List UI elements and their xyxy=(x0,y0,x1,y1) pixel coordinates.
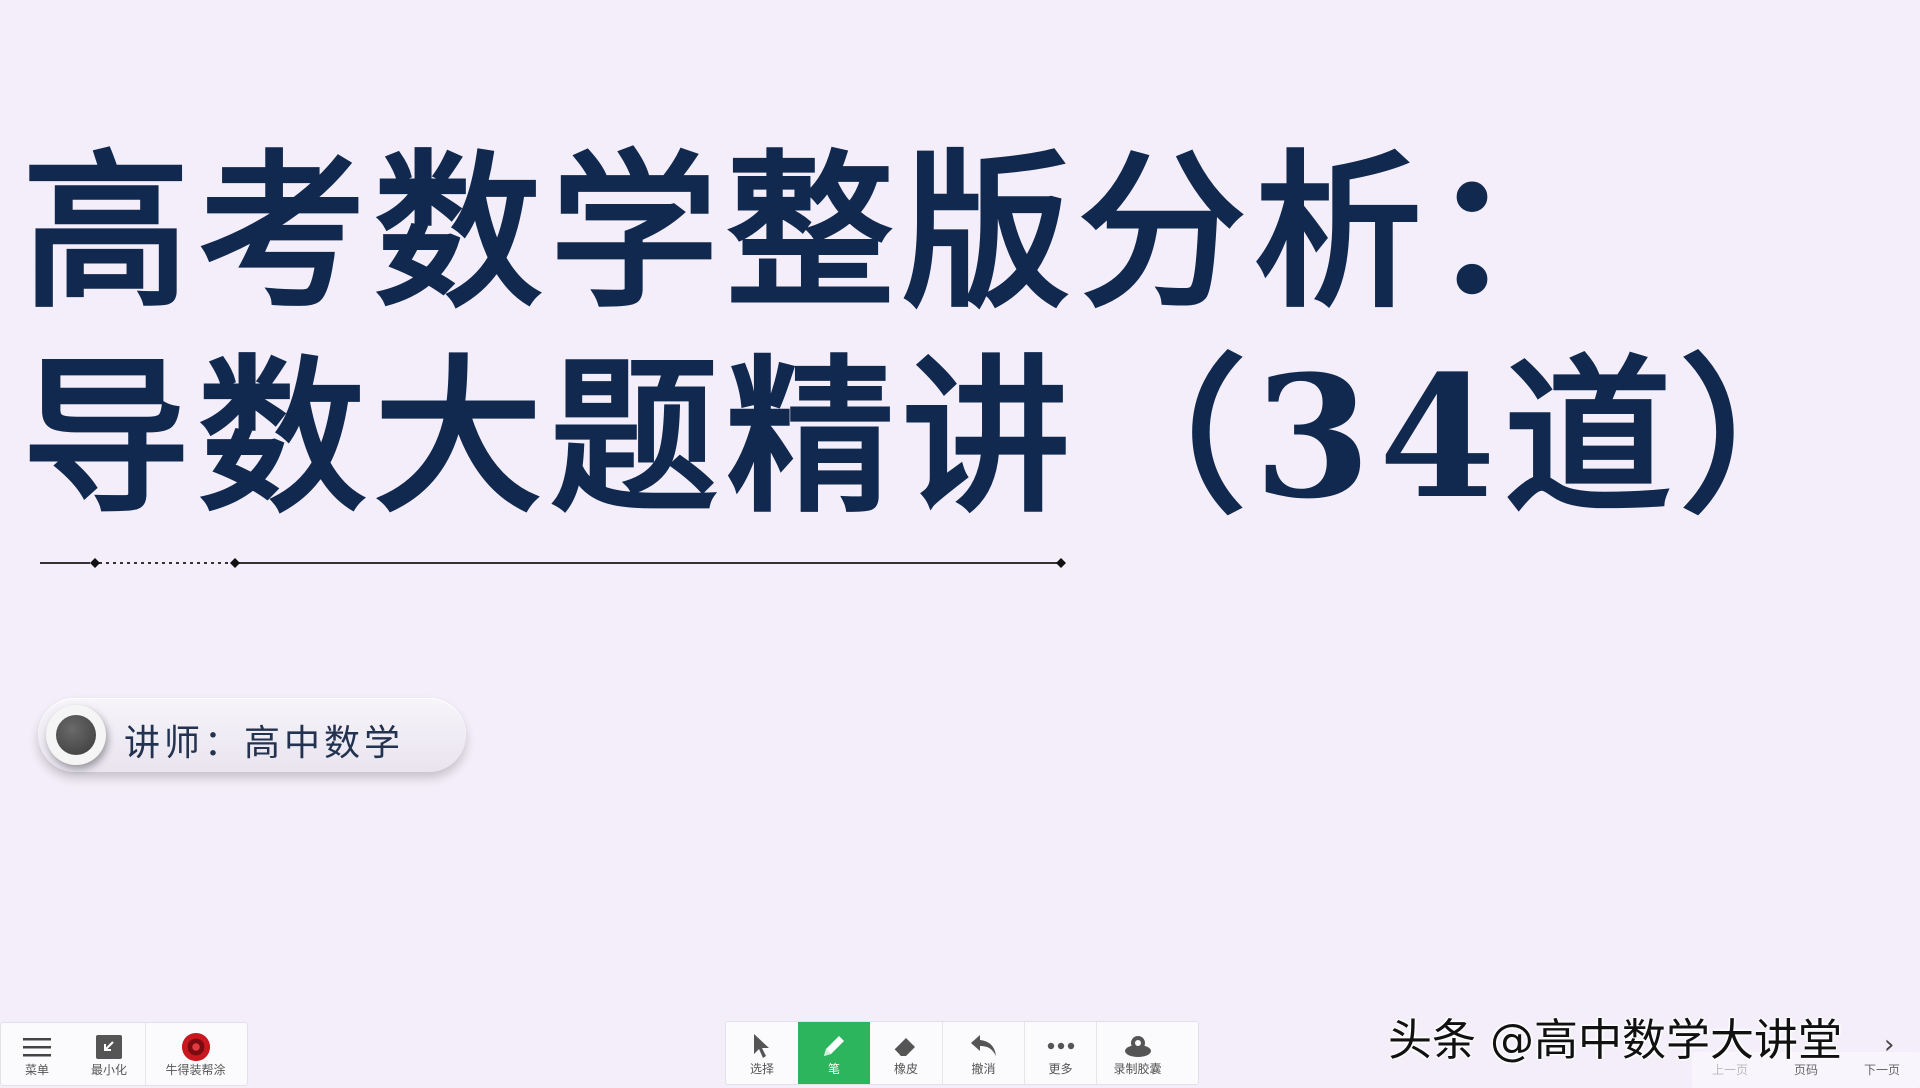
slide-title-line-2: 导数大题精讲（34道） xyxy=(22,338,1856,536)
more-label: 更多 xyxy=(1048,1062,1073,1076)
slide-title-line-1: 高考数学整版分析： xyxy=(22,133,1606,331)
menu-label: 菜单 xyxy=(24,1063,49,1077)
undo-label: 撤消 xyxy=(971,1062,996,1076)
record-icon xyxy=(1123,1031,1153,1061)
eraser-label: 橡皮 xyxy=(893,1062,918,1076)
menu-button[interactable]: 菜单 xyxy=(1,1023,73,1085)
minimize-icon xyxy=(94,1032,124,1062)
record-label: 录制胶囊 xyxy=(1113,1062,1162,1076)
more-icon xyxy=(1046,1031,1076,1061)
pen-label: 笔 xyxy=(827,1062,840,1076)
pen-tool-button[interactable]: 笔 xyxy=(798,1022,870,1084)
record-button[interactable]: 录制胶囊 xyxy=(1096,1022,1178,1084)
app-icon xyxy=(181,1032,211,1062)
more-button[interactable]: 更多 xyxy=(1024,1022,1096,1084)
eraser-tool-button[interactable]: 橡皮 xyxy=(870,1022,942,1084)
eraser-icon xyxy=(891,1031,921,1061)
watermark: 头条 @高中数学大讲堂 xyxy=(1388,1015,1842,1066)
app-button[interactable]: 牛得装帮涂 xyxy=(145,1023,245,1085)
lecturer-label: 讲师：高中数学 xyxy=(124,723,405,764)
toolbar-center: 选择 笔 橡皮 撤消 更多 录制胶囊 xyxy=(725,1021,1199,1085)
next-page-label: 下一页 xyxy=(1863,1063,1900,1077)
undo-button[interactable]: 撤消 xyxy=(942,1022,1024,1084)
menu-icon xyxy=(22,1032,52,1062)
cursor-icon xyxy=(747,1031,777,1061)
pen-icon xyxy=(819,1031,849,1061)
lecturer-knob-icon xyxy=(46,705,106,765)
app-label: 牛得装帮涂 xyxy=(165,1063,226,1077)
chevron-right-icon[interactable]: › xyxy=(1884,1030,1894,1060)
toolbar-left: 菜单 最小化 牛得装帮涂 xyxy=(0,1022,248,1086)
next-page-button[interactable]: 下一页 xyxy=(1844,1052,1920,1088)
undo-icon xyxy=(969,1031,999,1061)
minimize-label: 最小化 xyxy=(90,1063,127,1077)
select-tool-button[interactable]: 选择 xyxy=(726,1022,798,1084)
lecturer-badge: 讲师：高中数学 xyxy=(38,698,466,772)
minimize-button[interactable]: 最小化 xyxy=(73,1023,145,1085)
title-divider xyxy=(40,558,1066,568)
select-label: 选择 xyxy=(749,1062,774,1076)
